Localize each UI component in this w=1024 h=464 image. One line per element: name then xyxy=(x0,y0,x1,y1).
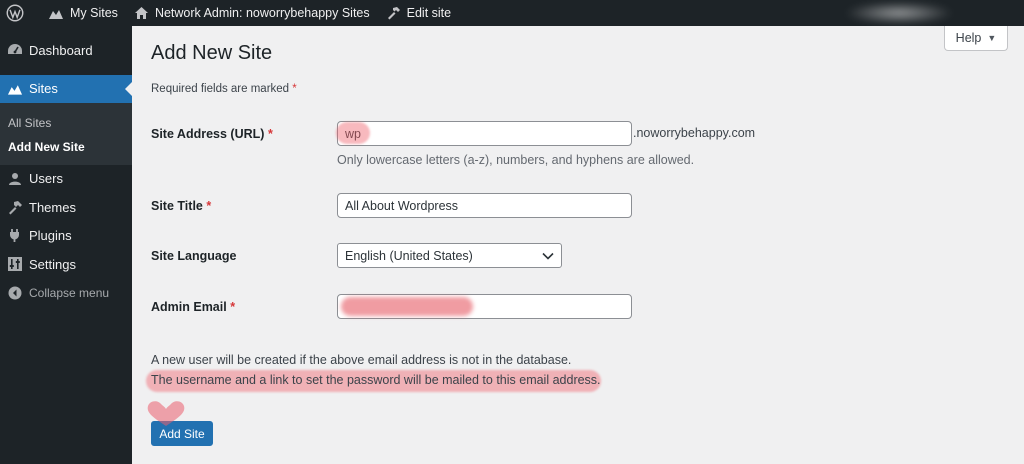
my-sites-link[interactable]: My Sites xyxy=(40,0,126,26)
sidebar-item-dashboard[interactable]: Dashboard xyxy=(0,36,132,65)
page-title: Add New Site xyxy=(151,42,273,64)
sidebar-item-users[interactable]: Users xyxy=(0,165,132,194)
network-admin-label: Network Admin: noworrybehappy Sites xyxy=(154,6,370,20)
hammer-icon xyxy=(387,7,400,20)
add-site-button[interactable]: Add Site xyxy=(151,421,213,446)
admin-bar: My Sites Network Admin: noworrybehappy S… xyxy=(0,0,1024,26)
edit-site-link[interactable]: Edit site xyxy=(378,0,459,26)
collapse-arrow-icon xyxy=(7,285,23,301)
dashboard-gauge-icon xyxy=(7,42,23,58)
site-language-label: Site Language xyxy=(151,249,236,263)
sidebar-item-label: Plugins xyxy=(29,228,72,244)
sites-submenu: All Sites Add New Site xyxy=(0,102,132,165)
site-language-select[interactable]: English (United States) xyxy=(337,243,562,268)
new-user-note: A new user will be created if the above … xyxy=(151,353,572,367)
site-address-label-text: Site Address (URL) xyxy=(151,127,265,141)
sidebar-item-label: Sites xyxy=(29,81,58,96)
site-language-label-text: Site Language xyxy=(151,249,237,263)
site-address-value: wp xyxy=(345,126,361,141)
site-title-label: Site Title * xyxy=(151,199,211,213)
required-note-text: Required fields are marked xyxy=(151,83,290,95)
site-title-value: All About Wordpress xyxy=(345,198,459,213)
site-title-label-text: Site Title xyxy=(151,199,203,213)
submenu-item-add-new-site[interactable]: Add New Site xyxy=(0,135,132,159)
site-address-input[interactable]: wp xyxy=(337,121,632,146)
required-asterisk: * xyxy=(267,127,273,141)
admin-email-label: Admin Email * xyxy=(151,300,235,314)
plugins-icon xyxy=(7,228,23,244)
settings-sliders-icon xyxy=(7,256,23,272)
required-asterisk: * xyxy=(292,83,297,95)
sidebar-item-label: Dashboard xyxy=(29,42,93,58)
site-address-label: Site Address (URL) * xyxy=(151,127,273,141)
sidebar-item-label: Themes xyxy=(29,199,76,215)
site-title-input[interactable]: All About Wordpress xyxy=(337,193,632,218)
site-address-description: Only lowercase letters (a-z), numbers, a… xyxy=(337,153,695,167)
edit-site-label: Edit site xyxy=(406,6,452,20)
sidebar-item-label: Users xyxy=(29,171,63,187)
required-asterisk: * xyxy=(230,300,236,314)
caret-down-icon: ▼ xyxy=(987,33,997,43)
domain-suffix: .noworrybehappy.com xyxy=(633,126,756,140)
sidebar-item-themes[interactable]: Themes xyxy=(0,193,132,222)
my-sites-label: My Sites xyxy=(70,6,118,20)
required-asterisk: * xyxy=(206,199,212,213)
required-fields-note: Required fields are marked * xyxy=(151,83,297,95)
home-icon xyxy=(134,7,148,19)
site-language-value: English (United States) xyxy=(345,248,473,263)
sites-icon xyxy=(7,81,23,97)
wordpress-logo-icon[interactable] xyxy=(0,0,40,26)
sidebar-item-plugins[interactable]: Plugins xyxy=(0,222,132,251)
chevron-down-icon xyxy=(542,252,554,260)
sidebar-item-label: Settings xyxy=(29,256,76,272)
blurred-area xyxy=(844,2,954,24)
admin-sidebar: Dashboard Sites All Sites Add New Site U… xyxy=(0,26,132,464)
collapse-menu-label: Collapse menu xyxy=(29,285,110,300)
collapse-menu-button[interactable]: Collapse menu xyxy=(0,279,132,308)
users-icon xyxy=(7,171,23,187)
redaction-mark xyxy=(341,297,473,316)
admin-email-label-text: Admin Email xyxy=(151,300,227,314)
themes-brush-icon xyxy=(7,199,23,215)
sidebar-item-settings[interactable]: Settings xyxy=(0,250,132,279)
help-label: Help xyxy=(955,31,982,45)
password-mail-note: The username and a link to set the passw… xyxy=(151,373,601,387)
my-sites-icon xyxy=(49,10,63,19)
add-site-label: Add Site xyxy=(159,426,205,441)
help-button[interactable]: Help ▼ xyxy=(944,26,1008,51)
submenu-item-all-sites[interactable]: All Sites xyxy=(0,111,132,135)
network-admin-link[interactable]: Network Admin: noworrybehappy Sites xyxy=(126,0,378,26)
main-content: Help ▼ Add New Site Required fields are … xyxy=(132,26,1024,464)
sidebar-item-sites[interactable]: Sites xyxy=(0,74,132,103)
